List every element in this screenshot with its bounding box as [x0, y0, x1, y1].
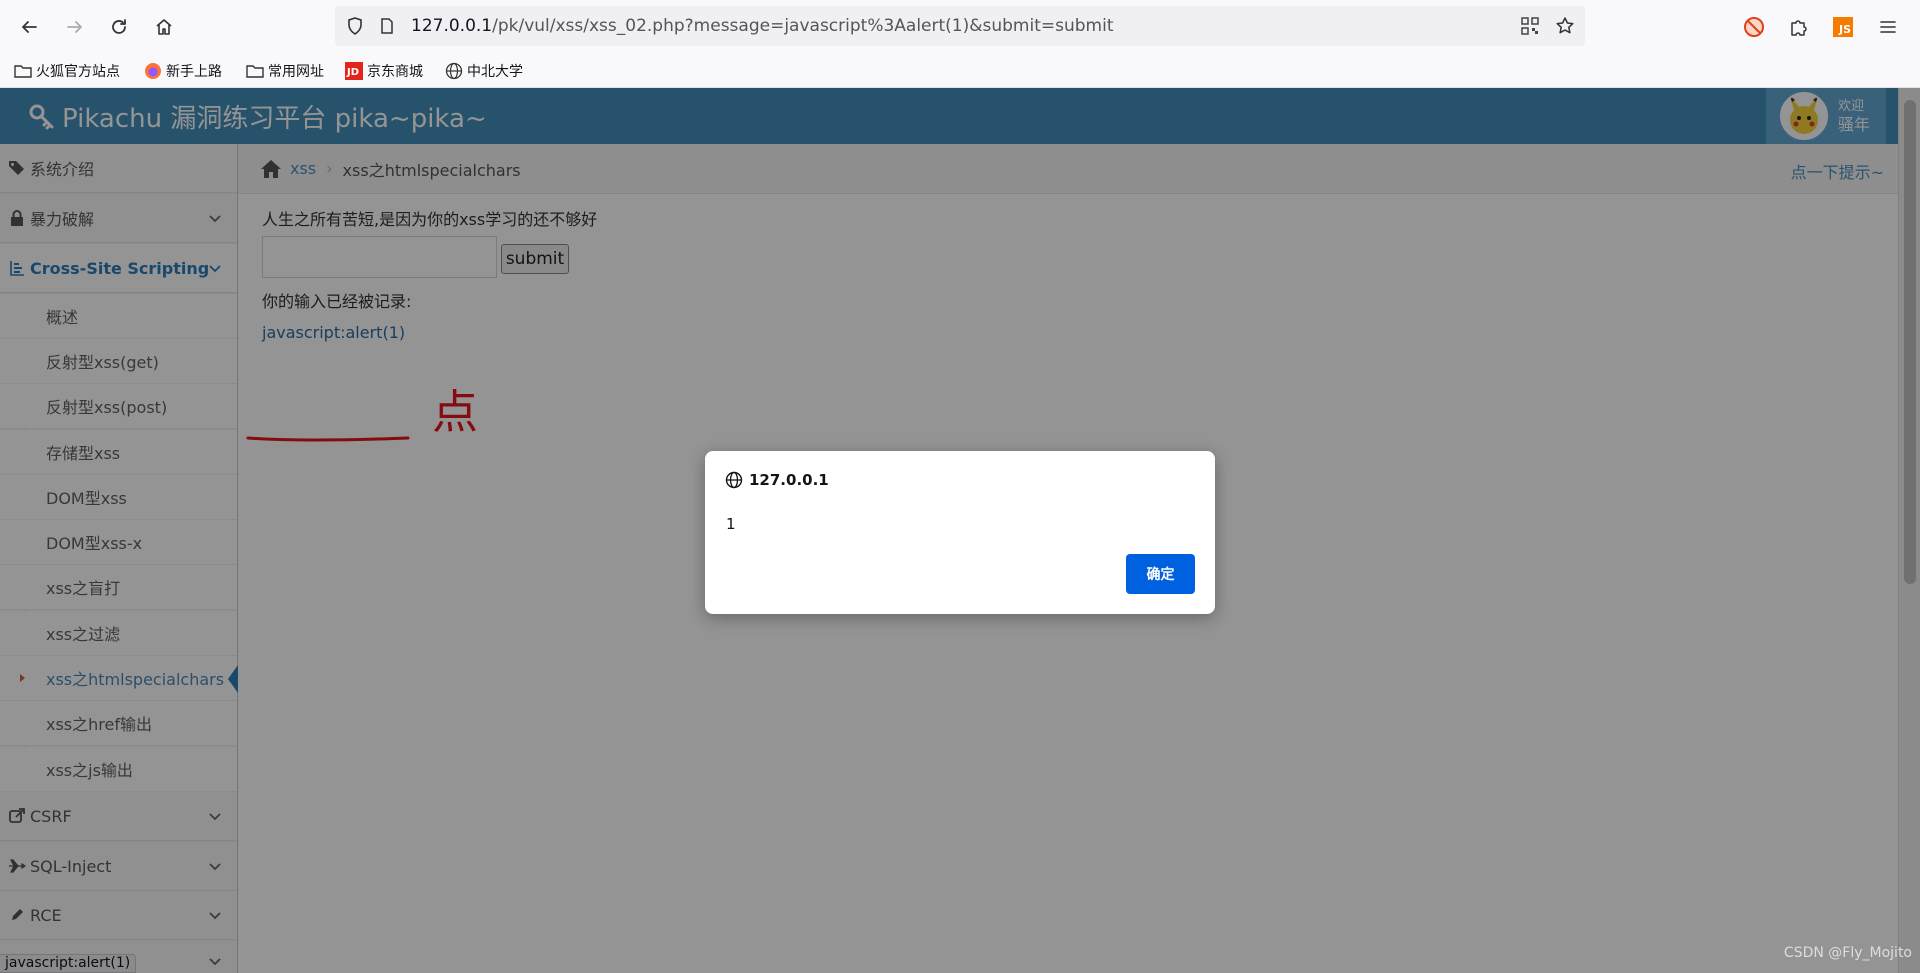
browser-toolbar: 127.0.0.1/pk/vul/xss/xss_02.php?message=…: [0, 0, 1920, 54]
puzzle-icon: [1791, 20, 1807, 36]
firefox-icon: [144, 62, 162, 80]
watermark: CSDN @Fly_Mojito: [1783, 945, 1912, 961]
reload-button[interactable]: [101, 9, 137, 45]
home-icon: [156, 19, 172, 35]
jd-icon: JD: [345, 62, 363, 80]
bookmark-label: 火狐官方站点: [36, 64, 120, 80]
bookmark-item[interactable]: 火狐官方站点: [14, 60, 120, 82]
dialog-title: 127.0.0.1: [725, 471, 829, 489]
arrow-right-icon: [67, 21, 82, 33]
shield-icon[interactable]: [345, 16, 365, 36]
globe-icon: [445, 62, 463, 80]
js-icon: JS: [1833, 17, 1853, 37]
bookmark-label: 新手上路: [166, 64, 222, 80]
dialog-origin: 127.0.0.1: [749, 471, 829, 489]
no-entry-icon: [1744, 17, 1764, 37]
dialog-message: 1: [726, 515, 736, 533]
bookmark-label: 中北大学: [467, 64, 523, 80]
forward-button[interactable]: [57, 9, 93, 45]
bookmark-label: 常用网址: [268, 64, 324, 80]
qr-code-icon[interactable]: [1521, 17, 1539, 35]
url-text[interactable]: 127.0.0.1/pk/vul/xss/xss_02.php?message=…: [411, 16, 1114, 36]
bookmark-item[interactable]: 新手上路: [144, 60, 222, 82]
ok-button[interactable]: 确定: [1126, 554, 1195, 594]
menu-button[interactable]: [1876, 15, 1900, 39]
bookmark-item[interactable]: 常用网址: [246, 60, 324, 82]
page-icon[interactable]: [378, 17, 396, 35]
alert-dialog: 127.0.0.1 1 确定: [705, 451, 1215, 614]
bookmark-item[interactable]: JD 京东商城: [345, 60, 423, 82]
bookmark-label: 京东商城: [367, 64, 423, 80]
url-path: /pk/vul/xss/xss_02.php?message=javascrip…: [492, 16, 1114, 36]
folder-icon: [246, 62, 264, 80]
back-button[interactable]: [11, 9, 47, 45]
globe-icon: [725, 471, 743, 489]
home-button[interactable]: [146, 9, 182, 45]
bookmarks-bar: 火狐官方站点 新手上路 常用网址 JD 京东商城 中北大学: [0, 54, 1920, 88]
blocker-extension-button[interactable]: [1742, 15, 1766, 39]
extensions-button[interactable]: [1786, 15, 1810, 39]
bookmark-star-icon[interactable]: [1555, 16, 1575, 36]
js-extension-button[interactable]: JS: [1831, 15, 1855, 39]
bookmark-item[interactable]: 中北大学: [445, 60, 523, 82]
browser-chrome: 127.0.0.1/pk/vul/xss/xss_02.php?message=…: [0, 0, 1920, 88]
url-host: 127.0.0.1: [411, 16, 493, 36]
reload-icon: [112, 19, 126, 34]
hamburger-icon: [1880, 21, 1896, 33]
arrow-left-icon: [22, 21, 37, 33]
svg-text:JD: JD: [346, 67, 359, 78]
url-bar[interactable]: 127.0.0.1/pk/vul/xss/xss_02.php?message=…: [335, 6, 1585, 46]
folder-icon: [14, 62, 32, 80]
